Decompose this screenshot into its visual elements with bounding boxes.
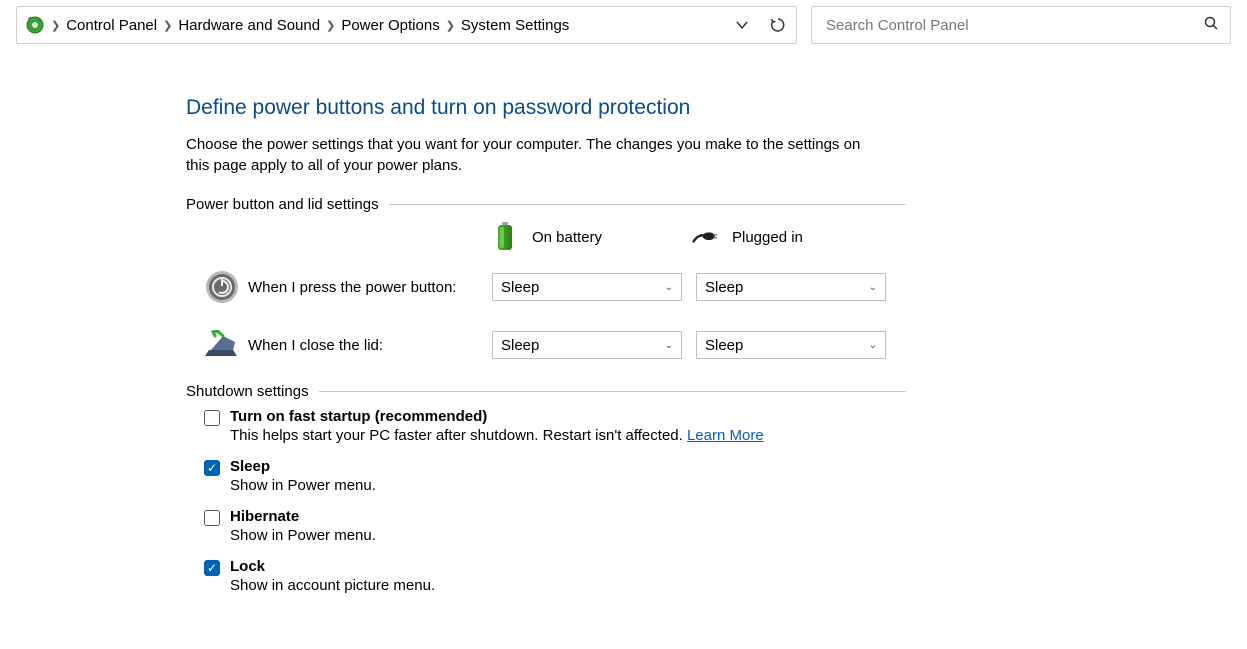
chevron-right-icon: ❯ <box>163 19 172 32</box>
column-header-battery: On battery <box>532 229 602 246</box>
option-title: Sleep <box>230 458 376 475</box>
search-bar[interactable] <box>811 6 1231 44</box>
control-panel-icon <box>25 15 45 35</box>
option-title: Hibernate <box>230 508 376 525</box>
option-desc: Show in account picture menu. <box>230 577 435 594</box>
breadcrumb-item[interactable]: System Settings <box>461 17 569 34</box>
dropdown-value: Sleep <box>501 337 539 354</box>
row-label-power-button: When I press the power button: <box>248 279 492 296</box>
learn-more-link[interactable]: Learn More <box>687 427 764 444</box>
power-button-icon <box>202 267 242 307</box>
chevron-right-icon: ❯ <box>446 19 455 32</box>
row-label-close-lid: When I close the lid: <box>248 337 492 354</box>
breadcrumb-item[interactable]: Control Panel <box>66 17 157 34</box>
search-input[interactable] <box>824 16 1204 35</box>
option-desc: Show in Power menu. <box>230 527 376 544</box>
dropdown-power-button-battery[interactable]: Sleep ⌄ <box>492 273 682 301</box>
checkbox-lock[interactable]: ✓ <box>204 560 220 576</box>
dropdown-value: Sleep <box>705 279 743 296</box>
option-desc: Show in Power menu. <box>230 477 376 494</box>
chevron-down-icon: ⌄ <box>665 340 673 351</box>
checkbox-fast-startup[interactable] <box>204 410 220 426</box>
chevron-right-icon: ❯ <box>51 19 60 32</box>
refresh-button[interactable] <box>768 15 788 35</box>
checkbox-sleep[interactable]: ✓ <box>204 460 220 476</box>
section-label-shutdown: Shutdown settings <box>186 383 309 400</box>
plug-icon <box>692 221 718 253</box>
dropdown-value: Sleep <box>501 279 539 296</box>
checkbox-hibernate[interactable] <box>204 510 220 526</box>
battery-icon <box>492 221 518 253</box>
address-bar[interactable]: ❯ Control Panel ❯ Hardware and Sound ❯ P… <box>16 6 797 44</box>
search-icon[interactable] <box>1204 16 1218 34</box>
chevron-down-icon: ⌄ <box>869 340 877 351</box>
breadcrumb: ❯ Control Panel ❯ Hardware and Sound ❯ P… <box>51 17 718 34</box>
dropdown-power-button-plugged[interactable]: Sleep ⌄ <box>696 273 886 301</box>
divider <box>319 391 906 392</box>
dropdown-close-lid-plugged[interactable]: Sleep ⌄ <box>696 331 886 359</box>
dropdown-value: Sleep <box>705 337 743 354</box>
section-label-power: Power button and lid settings <box>186 196 379 213</box>
column-header-plugged: Plugged in <box>732 229 803 246</box>
lid-icon <box>202 325 242 365</box>
history-dropdown-button[interactable] <box>732 15 752 35</box>
dropdown-close-lid-battery[interactable]: Sleep ⌄ <box>492 331 682 359</box>
divider <box>389 204 906 205</box>
chevron-down-icon: ⌄ <box>665 282 673 293</box>
page-description: Choose the power settings that you want … <box>186 134 886 176</box>
breadcrumb-item[interactable]: Power Options <box>341 17 439 34</box>
page-title: Define power buttons and turn on passwor… <box>186 96 906 120</box>
chevron-right-icon: ❯ <box>326 19 335 32</box>
chevron-down-icon: ⌄ <box>869 282 877 293</box>
breadcrumb-item[interactable]: Hardware and Sound <box>178 17 320 34</box>
option-desc: This helps start your PC faster after sh… <box>230 427 764 444</box>
option-title: Turn on fast startup (recommended) <box>230 408 764 425</box>
option-title: Lock <box>230 558 435 575</box>
